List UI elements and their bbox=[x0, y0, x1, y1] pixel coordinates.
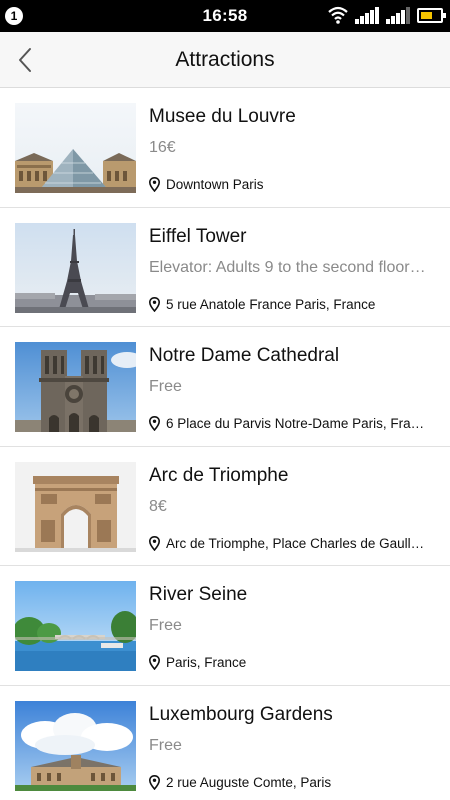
location-pin-icon bbox=[149, 774, 160, 790]
attraction-location: Arc de Triomphe, Place Charles de Gaull… bbox=[149, 535, 439, 553]
location-pin-icon bbox=[149, 535, 160, 551]
attraction-photo bbox=[15, 222, 136, 313]
attraction-item-luxembourg-gardens[interactable]: Luxembourg Gardens Free 2 rue Auguste Co… bbox=[0, 686, 450, 800]
attraction-price: Elevator: Adults 9 to the second floor… bbox=[149, 258, 426, 276]
attraction-name: Musee du Louvre bbox=[149, 106, 296, 127]
status-bar: 1 16:58 bbox=[0, 0, 450, 32]
attraction-price: Free bbox=[149, 617, 182, 634]
status-clock: 16:58 bbox=[202, 6, 248, 25]
attraction-name: Eiffel Tower bbox=[149, 225, 247, 247]
attraction-location: 2 rue Auguste Comte, Paris bbox=[149, 774, 439, 792]
attraction-price: 8€ bbox=[149, 497, 167, 515]
attractions-list: Musee du Louvre 16€ Downtown Paris Eiffe… bbox=[0, 88, 450, 800]
wifi-icon bbox=[328, 6, 348, 29]
attraction-photo bbox=[15, 461, 136, 552]
attraction-name: Luxembourg Gardens bbox=[149, 703, 333, 725]
battery-icon bbox=[417, 8, 446, 23]
attraction-name: River Seine bbox=[149, 584, 248, 605]
attraction-location: Downtown Paris bbox=[149, 176, 439, 194]
signal-icon bbox=[386, 7, 410, 29]
attraction-address: Downtown Paris bbox=[166, 177, 264, 192]
attraction-photo bbox=[15, 103, 136, 193]
attraction-price: Free bbox=[149, 736, 182, 754]
attraction-address: 6 Place du Parvis Notre-Dame Paris, Fra… bbox=[166, 416, 425, 431]
attraction-item-notre-dame[interactable]: Notre Dame Cathedral Free 6 Place du Par… bbox=[0, 327, 450, 447]
attraction-item-arc-de-triomphe[interactable]: Arc de Triomphe 8€ Arc de Triomphe, Plac… bbox=[0, 447, 450, 566]
attraction-location: Paris, France bbox=[149, 654, 439, 672]
attraction-photo bbox=[15, 581, 136, 671]
attraction-location: 5 rue Anatole France Paris, France bbox=[149, 296, 439, 314]
location-pin-icon bbox=[149, 296, 160, 312]
location-pin-icon bbox=[149, 655, 160, 670]
attraction-price: 16€ bbox=[149, 139, 176, 156]
app-header: Attractions bbox=[0, 32, 450, 88]
attraction-item-louvre[interactable]: Musee du Louvre 16€ Downtown Paris bbox=[0, 88, 450, 208]
attraction-address: Arc de Triomphe, Place Charles de Gaull… bbox=[166, 535, 425, 551]
signal-icon bbox=[355, 7, 379, 29]
location-pin-icon bbox=[149, 416, 160, 431]
attraction-name: Notre Dame Cathedral bbox=[149, 345, 340, 366]
attraction-address: 5 rue Anatole France Paris, France bbox=[166, 296, 376, 312]
attraction-address: 2 rue Auguste Comte, Paris bbox=[166, 774, 332, 790]
attraction-photo bbox=[15, 342, 136, 432]
attraction-item-eiffel-tower[interactable]: Eiffel Tower Elevator: Adults 9 to the s… bbox=[0, 208, 450, 327]
attraction-name: Arc de Triomphe bbox=[149, 464, 289, 486]
attraction-location: 6 Place du Parvis Notre-Dame Paris, Fra… bbox=[149, 415, 439, 433]
attraction-photo bbox=[15, 700, 136, 791]
page-title: Attractions bbox=[175, 48, 275, 71]
attraction-item-river-seine[interactable]: River Seine Free Paris, France bbox=[0, 566, 450, 686]
attraction-address: Paris, France bbox=[166, 655, 247, 670]
location-pin-icon bbox=[149, 177, 160, 192]
attraction-price: Free bbox=[149, 378, 182, 395]
